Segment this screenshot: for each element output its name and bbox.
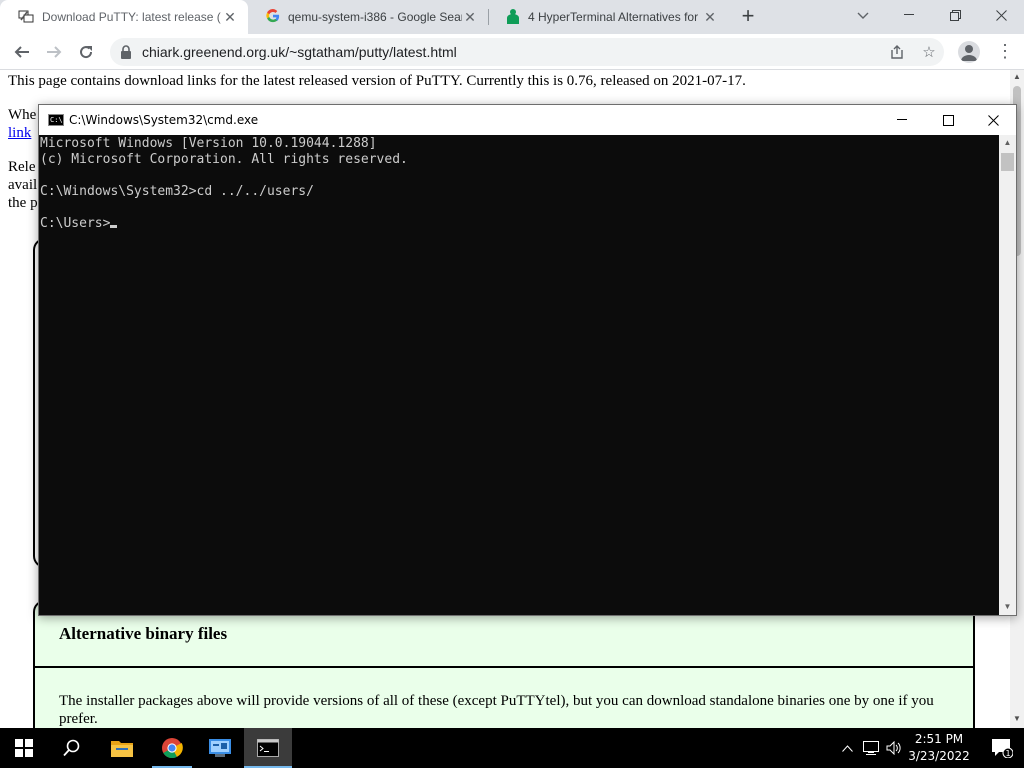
action-center-button[interactable]: 1	[980, 728, 1024, 768]
tab-hyperterminal[interactable]: 4 HyperTerminal Alternatives for ✕	[488, 0, 728, 34]
cmd-maximize-button[interactable]	[925, 105, 971, 135]
tab-title: qemu-system-i386 - Google Sear	[288, 10, 462, 24]
profile-avatar-icon[interactable]	[958, 41, 980, 63]
address-bar[interactable]: chiark.greenend.org.uk/~sgtatham/putty/l…	[110, 38, 944, 66]
taskbar-clock[interactable]: 2:51 PM 3/23/2022	[898, 731, 980, 765]
page-text-fragment: Rele	[8, 159, 36, 175]
notification-count: 1	[1005, 749, 1010, 758]
taskbar-file-explorer[interactable]	[98, 728, 146, 768]
tab-title: Download PuTTY: latest release (	[42, 10, 221, 24]
cmd-window-title: C:\Windows\System32\cmd.exe	[69, 113, 259, 127]
scroll-down-arrow-icon[interactable]: ▼	[1010, 712, 1024, 726]
share-icon[interactable]	[888, 44, 906, 62]
command-prompt-icon	[257, 739, 279, 757]
close-window-button[interactable]	[978, 0, 1024, 30]
scroll-up-arrow-icon[interactable]: ▲	[1010, 70, 1024, 84]
console-line: (c) Microsoft Corporation. All rights re…	[40, 152, 408, 167]
browser-menu-icon[interactable]: ⋮	[996, 40, 1014, 64]
close-tab-icon[interactable]: ✕	[222, 9, 238, 25]
alternative-binaries-section: Alternative binary files The installer p…	[33, 600, 975, 728]
tab-download-putty[interactable]: Download PuTTY: latest release ( ✕	[0, 0, 248, 34]
chrome-icon	[162, 738, 183, 759]
show-hidden-icons-chevron-icon[interactable]	[836, 728, 858, 768]
new-tab-button[interactable]: +	[738, 5, 758, 27]
control-panel-icon	[209, 739, 231, 757]
network-icon[interactable]	[860, 728, 882, 768]
cmd-scrollbar[interactable]: ▲ ▼	[999, 135, 1016, 615]
section-body-text: The installer packages above will provid…	[59, 693, 934, 727]
bookmark-star-icon[interactable]: ☆	[920, 44, 938, 62]
search-icon	[63, 739, 80, 757]
page-text-fragment: avail	[8, 177, 38, 193]
taskbar-chrome[interactable]	[148, 728, 196, 768]
back-button[interactable]	[10, 40, 34, 64]
page-text-fragment: the p	[8, 195, 38, 211]
windows-taskbar: 2:51 PM 3/23/2022 1	[0, 728, 1024, 768]
notification-icon: 1	[992, 739, 1013, 758]
folder-icon	[111, 741, 133, 757]
cmd-close-button[interactable]	[970, 105, 1016, 135]
taskbar-control-panel[interactable]	[196, 728, 244, 768]
clock-time: 2:51 PM	[914, 732, 964, 746]
page-text-fragment: Whe	[8, 107, 37, 123]
search-button[interactable]	[48, 728, 96, 768]
url-text: chiark.greenend.org.uk/~sgtatham/putty/l…	[142, 44, 457, 60]
page-intro-text: This page contains download links for th…	[8, 73, 746, 89]
section-heading: Alternative binary files	[59, 624, 228, 643]
taskbar-cmd[interactable]	[244, 728, 292, 768]
windows-logo-icon	[15, 739, 33, 757]
site-favicon-icon	[506, 8, 520, 27]
google-favicon-icon	[266, 8, 280, 26]
lock-icon[interactable]	[120, 45, 132, 64]
cmd-scroll-down-arrow-icon[interactable]: ▼	[999, 599, 1016, 615]
minimize-window-button[interactable]	[886, 0, 932, 30]
reload-button[interactable]	[74, 40, 98, 64]
browser-tab-strip: Download PuTTY: latest release ( ✕ qemu-…	[0, 0, 1024, 34]
console-prompt-line[interactable]: C:\Users>	[40, 216, 999, 232]
browser-toolbar: chiark.greenend.org.uk/~sgtatham/putty/l…	[0, 34, 1024, 70]
console-prompt: C:\Users>	[40, 216, 111, 231]
close-tab-icon[interactable]: ✕	[462, 9, 478, 25]
tab-google-search[interactable]: qemu-system-i386 - Google Sear ✕	[248, 0, 488, 34]
restore-window-button[interactable]	[932, 0, 978, 30]
cmd-console-output[interactable]: Microsoft Windows [Version 10.0.19044.12…	[39, 135, 999, 615]
cmd-minimize-button[interactable]	[879, 105, 925, 135]
cmd-scrollbar-thumb[interactable]	[1001, 153, 1014, 171]
console-line: Microsoft Windows [Version 10.0.19044.12…	[40, 136, 377, 151]
section-divider	[33, 666, 975, 668]
cmd-title-bar[interactable]: C:\ C:\Windows\System32\cmd.exe	[39, 105, 1016, 135]
tab-search-chevron-icon[interactable]	[854, 8, 872, 26]
clock-date: 3/23/2022	[908, 749, 970, 763]
cmd-app-icon: C:\	[48, 114, 64, 126]
cmd-window[interactable]: C:\ C:\Windows\System32\cmd.exe Microsof…	[38, 104, 1017, 616]
forward-button[interactable]	[42, 40, 66, 64]
putty-favicon-icon	[18, 8, 34, 27]
close-tab-icon[interactable]: ✕	[702, 9, 718, 25]
page-link[interactable]: link	[8, 125, 31, 142]
start-button[interactable]	[0, 728, 48, 768]
text-cursor	[110, 225, 118, 228]
cmd-scroll-up-arrow-icon[interactable]: ▲	[999, 135, 1016, 151]
console-line: C:\Windows\System32>cd ../../users/	[40, 184, 314, 199]
tab-title: 4 HyperTerminal Alternatives for	[528, 10, 699, 24]
